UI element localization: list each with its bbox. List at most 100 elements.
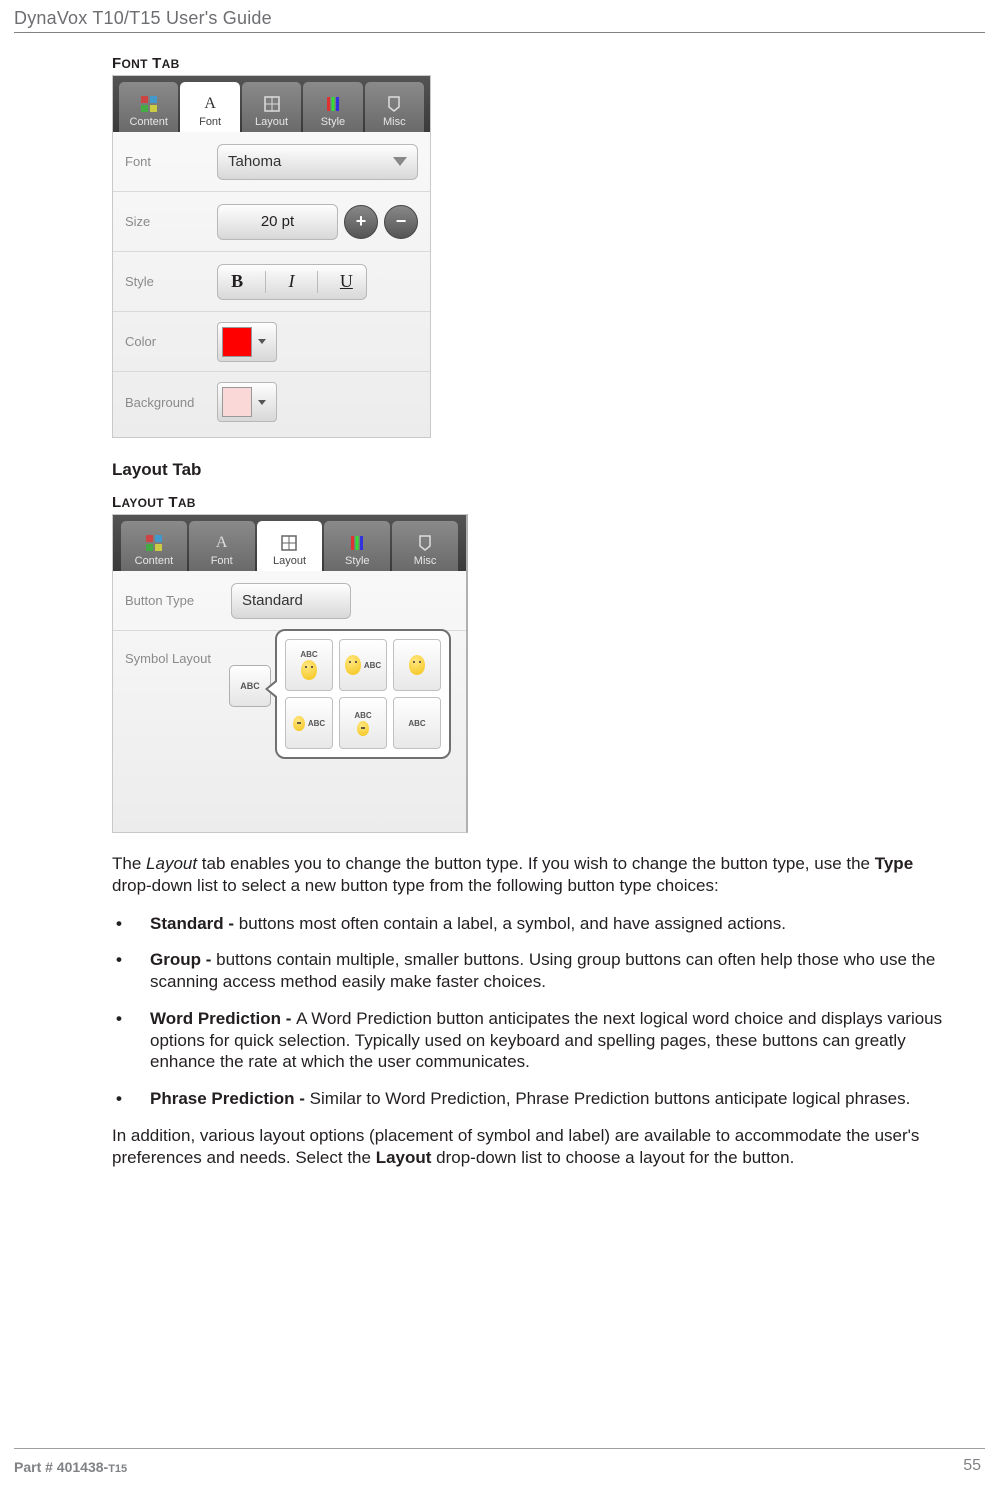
layout-icon (279, 533, 299, 553)
style-icon (347, 533, 367, 553)
layout-opt-4[interactable]: ABC (285, 697, 333, 749)
tab-label: Style (321, 116, 345, 128)
color-swatch (222, 327, 252, 357)
size-value-box[interactable]: 20 pt (217, 204, 338, 240)
smiley-icon (409, 655, 425, 675)
tab-label: Misc (383, 116, 406, 128)
button-type-value: Standard (242, 592, 303, 609)
layout-icon (262, 94, 282, 114)
bullet-list: • Standard - buttons most often contain … (112, 913, 952, 1110)
misc-icon (384, 94, 404, 114)
minus-icon: − (396, 211, 407, 232)
tab-font-2[interactable]: A Font (189, 521, 255, 571)
divider (265, 271, 266, 293)
chevron-down-icon (393, 157, 407, 166)
smiley-icon (345, 655, 361, 675)
bullet-group: • Group - buttons contain multiple, smal… (112, 949, 952, 993)
tab-content-2[interactable]: Content (121, 521, 187, 571)
font-value: Tahoma (228, 153, 281, 170)
bullet-word-prediction: • Word Prediction - A Word Prediction bu… (112, 1008, 952, 1073)
font-icon: A (212, 533, 232, 553)
tab-layout-2[interactable]: Layout (257, 521, 323, 571)
layout-tab-screenshot: Content A Font Layout Style (112, 514, 468, 833)
font-label: Font (113, 154, 217, 169)
color-picker[interactable] (217, 322, 277, 362)
font-icon: A (200, 94, 220, 114)
layout-opt-1[interactable]: ABC (285, 639, 333, 691)
layout-tab-caption: LAYOUT TAB (112, 494, 952, 511)
style-icon (323, 94, 343, 114)
tab-label: Layout (255, 116, 288, 128)
tab-bar: Content A Font Layout Style (113, 76, 430, 132)
size-label: Size (113, 214, 217, 229)
caret-icon (258, 339, 266, 344)
tab-label: Content (135, 555, 174, 567)
underline-button[interactable]: U (336, 271, 357, 292)
layout-opt-6[interactable]: ABC (393, 697, 441, 749)
tab-label: Font (199, 116, 221, 128)
button-type-dropdown[interactable]: Standard (231, 583, 351, 619)
smiley-icon (357, 721, 369, 736)
bullet-phrase-prediction: • Phrase Prediction - Similar to Word Pr… (112, 1088, 952, 1110)
header-rule (14, 32, 985, 33)
tab-label: Misc (414, 555, 437, 567)
caret-icon (258, 400, 266, 405)
tab-misc[interactable]: Misc (365, 82, 424, 132)
content-icon (144, 533, 164, 553)
doc-header-title: DynaVox T10/T15 User's Guide (14, 8, 272, 29)
size-value: 20 pt (261, 213, 294, 230)
content-icon (139, 94, 159, 114)
bg-swatch (222, 387, 252, 417)
paragraph-2: In addition, various layout options (pla… (112, 1125, 952, 1169)
page-content: FONT TAB Content A Font Layout (112, 55, 952, 1184)
plus-icon: + (356, 211, 367, 232)
font-tab-screenshot: Content A Font Layout Style (112, 75, 431, 438)
tab-font[interactable]: A Font (180, 82, 239, 132)
misc-icon (415, 533, 435, 553)
bg-label: Background (113, 395, 217, 410)
style-label: Style (113, 274, 217, 289)
symbol-layout-label: Symbol Layout (113, 651, 231, 666)
tab-misc-2[interactable]: Misc (392, 521, 458, 571)
layout-opt-2[interactable]: ABC (339, 639, 387, 691)
layout-opt-5[interactable]: ABC (339, 697, 387, 749)
style-toggle-group: B I U (217, 264, 367, 300)
row-background: Background (113, 372, 430, 432)
tab-label: Content (129, 116, 168, 128)
tab-label: Layout (273, 555, 306, 567)
symbol-btn-text: ABC (240, 681, 260, 691)
bullet-standard: • Standard - buttons most often contain … (112, 913, 952, 935)
font-dropdown[interactable]: Tahoma (217, 144, 418, 180)
bg-picker[interactable] (217, 382, 277, 422)
footer-page-number: 55 (963, 1457, 981, 1475)
smiley-icon (301, 660, 317, 680)
row-size: Size 20 pt + − (113, 192, 430, 252)
tab-layout[interactable]: Layout (242, 82, 301, 132)
decrease-button[interactable]: − (384, 205, 418, 239)
body-text: The Layout tab enables you to change the… (112, 853, 952, 1168)
footer-rule (14, 1448, 985, 1449)
paragraph-1: The Layout tab enables you to change the… (112, 853, 952, 897)
row-font: Font Tahoma (113, 132, 430, 192)
italic-button[interactable]: I (284, 271, 298, 292)
tab-label: Font (211, 555, 233, 567)
tab-label: Style (345, 555, 369, 567)
button-type-label: Button Type (113, 593, 231, 608)
row-button-type: Button Type Standard (113, 571, 466, 631)
footer-part-number: Part # 401438-T15 (14, 1459, 127, 1475)
layout-opt-3[interactable] (393, 639, 441, 691)
divider (317, 271, 318, 293)
smiley-icon (293, 716, 305, 731)
tab-bar-2: Content A Font Layout Style (113, 515, 466, 571)
font-tab-caption: FONT TAB (112, 55, 952, 72)
row-style: Style B I U (113, 252, 430, 312)
bold-button[interactable]: B (227, 271, 247, 292)
row-color: Color (113, 312, 430, 372)
layout-options-popup: ABC ABC ABC ABC ABC (275, 629, 451, 759)
tab-style[interactable]: Style (303, 82, 362, 132)
increase-button[interactable]: + (344, 205, 378, 239)
layout-tab-heading: Layout Tab (112, 460, 952, 480)
tab-style-2[interactable]: Style (324, 521, 390, 571)
color-label: Color (113, 334, 217, 349)
tab-content[interactable]: Content (119, 82, 178, 132)
